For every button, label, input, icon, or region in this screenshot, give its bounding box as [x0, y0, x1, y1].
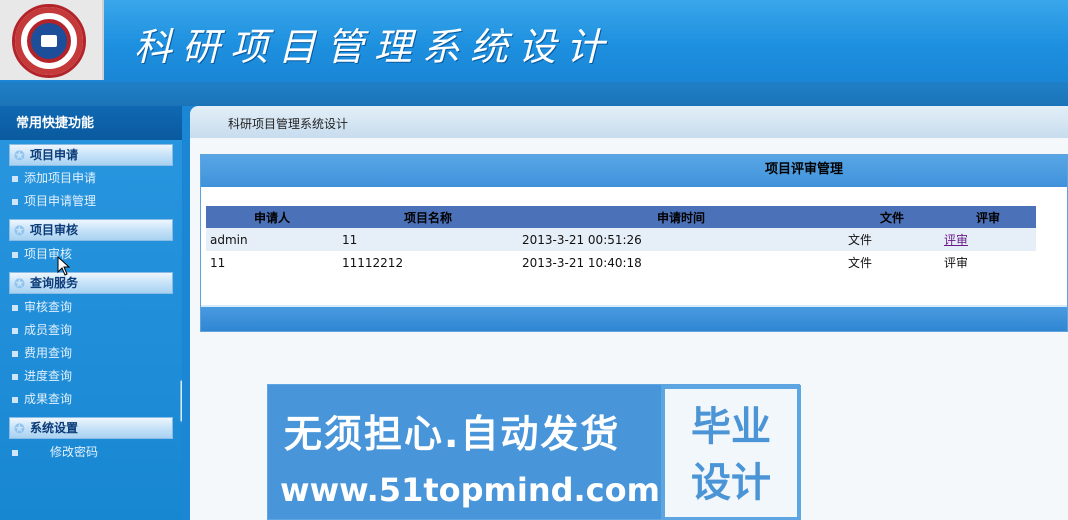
column-header: 项目名称 [403, 210, 452, 225]
bullet-icon [12, 374, 18, 380]
cell-file: 文件 [848, 256, 873, 270]
table-row: admin 11 2013-3-21 00:51:26 文件 评审 [206, 228, 1036, 251]
watermark-slogan: 无须担心.自动发货 [284, 412, 621, 456]
column-header: 申请时间 [656, 210, 705, 225]
bullet-icon [12, 328, 18, 334]
cell-project: 11 [342, 232, 358, 247]
menu-item-label: 添加项目申请 [24, 171, 97, 185]
menu-item-label: 费用查询 [24, 346, 73, 360]
menu-group-label: 系统设置 [30, 421, 79, 435]
logo-inner-seal [27, 19, 71, 63]
menu-group-label: 项目审核 [30, 223, 79, 237]
cell-file: 文件 [848, 233, 873, 247]
header-band [0, 82, 1068, 106]
logo-emblem-icon [12, 4, 86, 78]
star-icon: ✪ [14, 149, 25, 164]
watermark-badge: 毕业 设计 [661, 385, 801, 520]
star-icon: ✪ [14, 224, 25, 239]
star-icon: ✪ [14, 277, 25, 292]
menu-item-change-password[interactable]: 修改密码 [12, 442, 98, 462]
bullet-icon [12, 351, 18, 357]
bullet-icon [12, 450, 18, 456]
bullet-icon [12, 199, 18, 205]
menu-item-add-application[interactable]: 添加项目申请 [12, 168, 96, 188]
menu-item-label: 项目申请管理 [24, 194, 97, 208]
table-header-row: 申请人 项目名称 申请时间 文件 评审 [206, 206, 1036, 228]
menu-group-label: 项目申请 [30, 148, 79, 162]
panel-footer [201, 305, 1067, 331]
menu-item-result-query[interactable]: 成果查询 [12, 389, 72, 409]
cell-project: 11112212 [342, 255, 404, 270]
column-header: 评审 [975, 210, 1000, 225]
table-row: 11 11112212 2013-3-21 10:40:18 文件 评审 [206, 251, 1036, 274]
bullet-icon [12, 305, 18, 311]
book-icon [41, 35, 57, 47]
review-table: 申请人 项目名称 申请时间 文件 评审 admin 11 2013-3-21 0… [206, 206, 1036, 274]
panel-body: 申请人 项目名称 申请时间 文件 评审 admin 11 2013-3-21 0… [201, 187, 1067, 305]
menu-group-system-settings[interactable]: ✪ 系统设置 [9, 417, 173, 439]
menu-item-label: 修改密码 [50, 445, 99, 459]
review-panel: 项目评审管理 申请人 项目名称 申请时间 文件 评审 admin 11 2013… [200, 154, 1068, 332]
breadcrumb: 科研项目管理系统设计 [190, 106, 1068, 138]
cell-time: 2013-3-21 00:51:26 [522, 232, 642, 247]
star-icon: ✪ [14, 422, 25, 437]
watermark-banner: 无须担心.自动发货 www.51topmind.com 毕业 设计 [267, 384, 801, 520]
cell-applicant: 11 [210, 255, 226, 270]
menu-group-label: 查询服务 [30, 276, 79, 290]
review-link[interactable]: 评审 [940, 228, 1036, 251]
menu-item-label: 进度查询 [24, 369, 73, 383]
cell-applicant: admin [210, 232, 248, 247]
app-header: 科研项目管理系统设计 [0, 0, 1068, 82]
column-header: 文件 [879, 210, 904, 225]
menu-item-audit-query[interactable]: 审核查询 [12, 297, 72, 317]
menu-item-expense-query[interactable]: 费用查询 [12, 343, 72, 363]
panel-title-text: 项目评审管理 [764, 162, 843, 177]
college-logo [0, 0, 104, 80]
cell-time: 2013-3-21 10:40:18 [522, 255, 642, 270]
bullet-icon [12, 397, 18, 403]
menu-group-project-apply[interactable]: ✪ 项目申请 [9, 144, 173, 166]
menu-item-progress-query[interactable]: 进度查询 [12, 366, 72, 386]
menu-item-application-manage[interactable]: 项目申请管理 [12, 191, 96, 211]
menu-group-query-service[interactable]: ✪ 查询服务 [9, 272, 173, 294]
mouse-cursor-icon [57, 256, 71, 276]
watermark-badge-line1: 毕业 [691, 404, 771, 450]
sidebar-title: 常用快捷功能 [0, 106, 182, 140]
menu-item-label: 成果查询 [24, 392, 73, 406]
watermark-badge-line2: 设计 [691, 460, 771, 506]
watermark-url: www.51topmind.com [280, 471, 660, 509]
menu-item-label: 审核查询 [24, 300, 73, 314]
column-header: 申请人 [253, 210, 290, 225]
review-link[interactable]: 评审 [940, 251, 1036, 274]
sidebar: 常用快捷功能 ✪ 项目申请 添加项目申请 项目申请管理 ✪ 项目审核 项目审核 … [0, 106, 182, 520]
menu-group-project-review[interactable]: ✪ 项目审核 [9, 219, 173, 241]
menu-item-member-query[interactable]: 成员查询 [12, 320, 72, 340]
panel-title: 项目评审管理 [201, 155, 1067, 187]
site-title: 科研项目管理系统设计 [134, 25, 615, 69]
menu-item-label: 成员查询 [24, 323, 73, 337]
bullet-icon [12, 252, 18, 258]
bullet-icon [12, 176, 18, 182]
breadcrumb-text: 科研项目管理系统设计 [228, 117, 349, 131]
